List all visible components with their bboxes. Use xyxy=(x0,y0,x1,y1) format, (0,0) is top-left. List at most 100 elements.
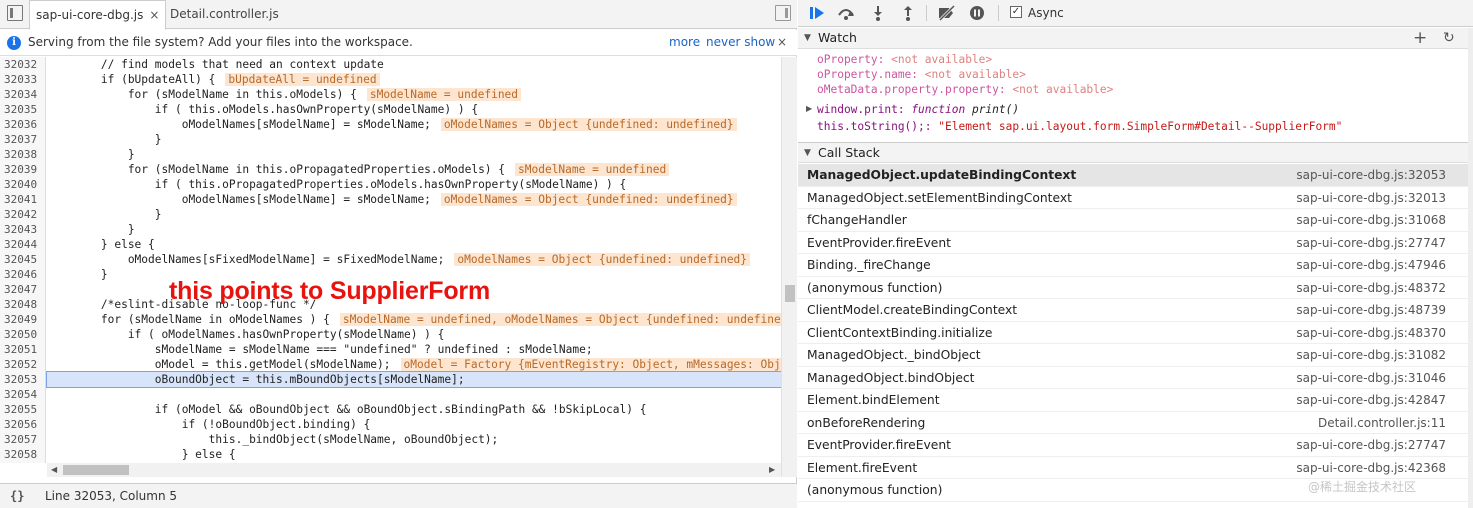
tab-detail-controller[interactable]: Detail.controller.js xyxy=(164,0,285,29)
frame-location-link[interactable]: sap-ui-core-dbg.js:48739 xyxy=(1296,299,1446,322)
line-number[interactable]: 32057 xyxy=(0,432,45,447)
call-frame[interactable]: ManagedObject.updateBindingContext sap-ui… xyxy=(798,164,1468,187)
toggle-debugger-icon[interactable] xyxy=(775,5,791,21)
code-line[interactable]: oModel = this.getModel(sModelName); oMode… xyxy=(47,357,781,372)
call-frame[interactable]: ManagedObject._bindObject sap-ui-core-dbg… xyxy=(798,344,1468,367)
more-link[interactable]: more xyxy=(669,30,700,55)
line-number[interactable]: 32036 xyxy=(0,117,45,132)
vertical-scroll-thumb[interactable] xyxy=(785,285,795,302)
code-line[interactable]: for (sModelName in oModelNames ) {sModel… xyxy=(47,312,781,327)
code-line[interactable]: } xyxy=(47,222,781,237)
line-number[interactable]: 32047 xyxy=(0,282,45,297)
expand-triangle-icon[interactable]: ▶ xyxy=(806,104,812,113)
call-frame[interactable]: onBeforeRendering Detail.controller.js:11 xyxy=(798,412,1468,435)
code-line[interactable]: if ( oModelNames.hasOwnProperty(sModelNa… xyxy=(47,327,781,342)
call-frame[interactable]: ManagedObject.bindObject sap-ui-core-dbg.… xyxy=(798,367,1468,390)
line-number[interactable]: 32048 xyxy=(0,297,45,312)
line-number[interactable]: 32044 xyxy=(0,237,45,252)
line-number[interactable]: 32056 xyxy=(0,417,45,432)
call-frame[interactable]: fChangeHandler sap-ui-core-dbg.js:31068 xyxy=(798,209,1468,232)
frame-location-link[interactable]: Detail.controller.js:11 xyxy=(1318,412,1446,435)
frame-location-link[interactable]: sap-ui-core-dbg.js:48370 xyxy=(1296,322,1446,345)
line-number[interactable]: 32038 xyxy=(0,147,45,162)
line-number[interactable]: 32053 xyxy=(0,372,45,387)
frame-location-link[interactable]: sap-ui-core-dbg.js:27747 xyxy=(1296,232,1446,255)
resume-icon[interactable] xyxy=(808,5,826,21)
call-frame[interactable]: Element.fireEvent sap-ui-core-dbg.js:4236… xyxy=(798,457,1468,479)
call-frame[interactable]: Element.bindElement sap-ui-core-dbg.js:42… xyxy=(798,389,1468,412)
async-checkbox[interactable]: ✓ xyxy=(1010,6,1022,18)
frame-location-link[interactable]: sap-ui-core-dbg.js:31068 xyxy=(1296,209,1446,232)
call-frame[interactable]: EventProvider.fireEvent sap-ui-core-dbg.j… xyxy=(798,232,1468,255)
code-line[interactable]: } xyxy=(47,147,781,162)
code-line[interactable]: oBoundObject = this.mBoundObjects[sModel… xyxy=(46,371,781,388)
code-line[interactable]: oModelNames[sFixedModelName] = sFixedMod… xyxy=(47,252,781,267)
code-lines[interactable]: // find models that need an context upda… xyxy=(46,57,781,463)
code-line[interactable]: if (oModel && oBoundObject && oBoundObje… xyxy=(47,402,781,417)
watch-section-header[interactable]: ▼ Watch + ↻ xyxy=(798,28,1473,49)
close-tab-icon[interactable]: × xyxy=(149,8,159,22)
frame-location-link[interactable]: sap-ui-core-dbg.js:27747 xyxy=(1296,434,1446,457)
horizontal-scrollbar[interactable]: ◀ ▶ xyxy=(47,463,781,477)
line-number[interactable]: 32055 xyxy=(0,402,45,417)
line-number[interactable]: 32042 xyxy=(0,207,45,222)
frame-location-link[interactable]: sap-ui-core-dbg.js:48372 xyxy=(1296,277,1446,300)
line-number-gutter[interactable]: 32032 32033 32034 32035 32036 32037 32038 32039… xyxy=(0,57,46,463)
code-line[interactable]: } xyxy=(47,132,781,147)
refresh-watch-icon[interactable]: ↻ xyxy=(1443,28,1455,48)
never-show-link[interactable]: never show xyxy=(706,30,775,55)
code-line[interactable]: oModelNames[sModelName] = sModelName; oMo… xyxy=(47,117,781,132)
line-number[interactable]: 32049 xyxy=(0,312,45,327)
watch-item[interactable]: this.toString();: "Element sap.ui.layout… xyxy=(817,119,1342,134)
call-frame[interactable]: ManagedObject.setElementBindingContext sa… xyxy=(798,187,1468,210)
pretty-print-icon[interactable]: {} xyxy=(10,484,24,508)
line-number[interactable]: 32052 xyxy=(0,357,45,372)
code-line[interactable]: if ( this.oModels.hasOwnProperty(sModelN… xyxy=(47,102,781,117)
line-number[interactable]: 32054 xyxy=(0,387,45,402)
code-line[interactable]: for (sModelName in this.oModels) {sModel… xyxy=(47,87,781,102)
toggle-navigator-icon[interactable] xyxy=(7,5,23,21)
frame-location-link[interactable]: sap-ui-core-dbg.js:32053 xyxy=(1296,164,1446,187)
code-line[interactable]: for (sModelName in this.oPropagatedPrope… xyxy=(47,162,781,177)
vertical-scrollbar[interactable] xyxy=(781,57,797,477)
frame-location-link[interactable]: sap-ui-core-dbg.js:31046 xyxy=(1296,367,1446,390)
close-infobar-icon[interactable]: × xyxy=(777,30,787,55)
line-number[interactable]: 32033 xyxy=(0,72,45,87)
frame-location-link[interactable]: sap-ui-core-dbg.js:42847 xyxy=(1296,389,1446,412)
code-editor[interactable]: 32032 32033 32034 32035 32036 32037 32038 32039… xyxy=(0,57,781,463)
line-number[interactable]: 32059 xyxy=(0,462,45,463)
line-number[interactable]: 32032 xyxy=(0,57,45,72)
tab-sap-ui-core-dbg[interactable]: sap-ui-core-dbg.js × xyxy=(29,0,167,30)
line-number[interactable]: 32034 xyxy=(0,87,45,102)
add-watch-icon[interactable]: + xyxy=(1413,28,1427,48)
code-line[interactable] xyxy=(47,387,781,402)
scroll-right-icon[interactable]: ▶ xyxy=(769,465,775,474)
code-line[interactable]: } else { xyxy=(47,237,781,252)
line-number[interactable]: 32041 xyxy=(0,192,45,207)
sidebar-scrollbar[interactable] xyxy=(1468,28,1473,508)
code-line[interactable]: sModelName = sModelName === "undefined" … xyxy=(47,342,781,357)
line-number[interactable]: 32035 xyxy=(0,102,45,117)
line-number[interactable]: 32043 xyxy=(0,222,45,237)
code-line[interactable]: if (bUpdateAll) {bUpdateAll = undefined xyxy=(47,72,781,87)
watch-item[interactable]: oProperty: <not available> xyxy=(817,52,992,67)
line-number[interactable]: 32046 xyxy=(0,267,45,282)
code-line[interactable]: if ( this.oPropagatedProperties.oModels.… xyxy=(47,177,781,192)
scroll-left-icon[interactable]: ◀ xyxy=(51,465,57,474)
pause-on-exceptions-icon[interactable] xyxy=(968,5,986,21)
collapse-triangle-icon[interactable]: ▼ xyxy=(804,143,811,163)
frame-location-link[interactable]: sap-ui-core-dbg.js:31082 xyxy=(1296,344,1446,367)
frame-location-link[interactable]: sap-ui-core-dbg.js:32013 xyxy=(1296,187,1446,210)
step-into-icon[interactable] xyxy=(869,5,887,21)
deactivate-breakpoints-icon[interactable] xyxy=(937,4,956,22)
code-line[interactable]: if (!oBoundObject.binding) { xyxy=(47,417,781,432)
code-line[interactable]: } xyxy=(47,207,781,222)
collapse-triangle-icon[interactable]: ▼ xyxy=(804,28,811,48)
line-number[interactable]: 32045 xyxy=(0,252,45,267)
watch-item[interactable]: window.print: function print() xyxy=(817,102,1019,117)
call-frame[interactable]: ClientModel.createBindingContext sap-ui-c… xyxy=(798,299,1468,322)
line-number[interactable]: 32037 xyxy=(0,132,45,147)
step-over-icon[interactable] xyxy=(836,5,854,21)
code-line[interactable]: oModelNames[sModelName] = sModelName; oMo… xyxy=(47,192,781,207)
code-line[interactable]: } else { xyxy=(47,447,781,462)
